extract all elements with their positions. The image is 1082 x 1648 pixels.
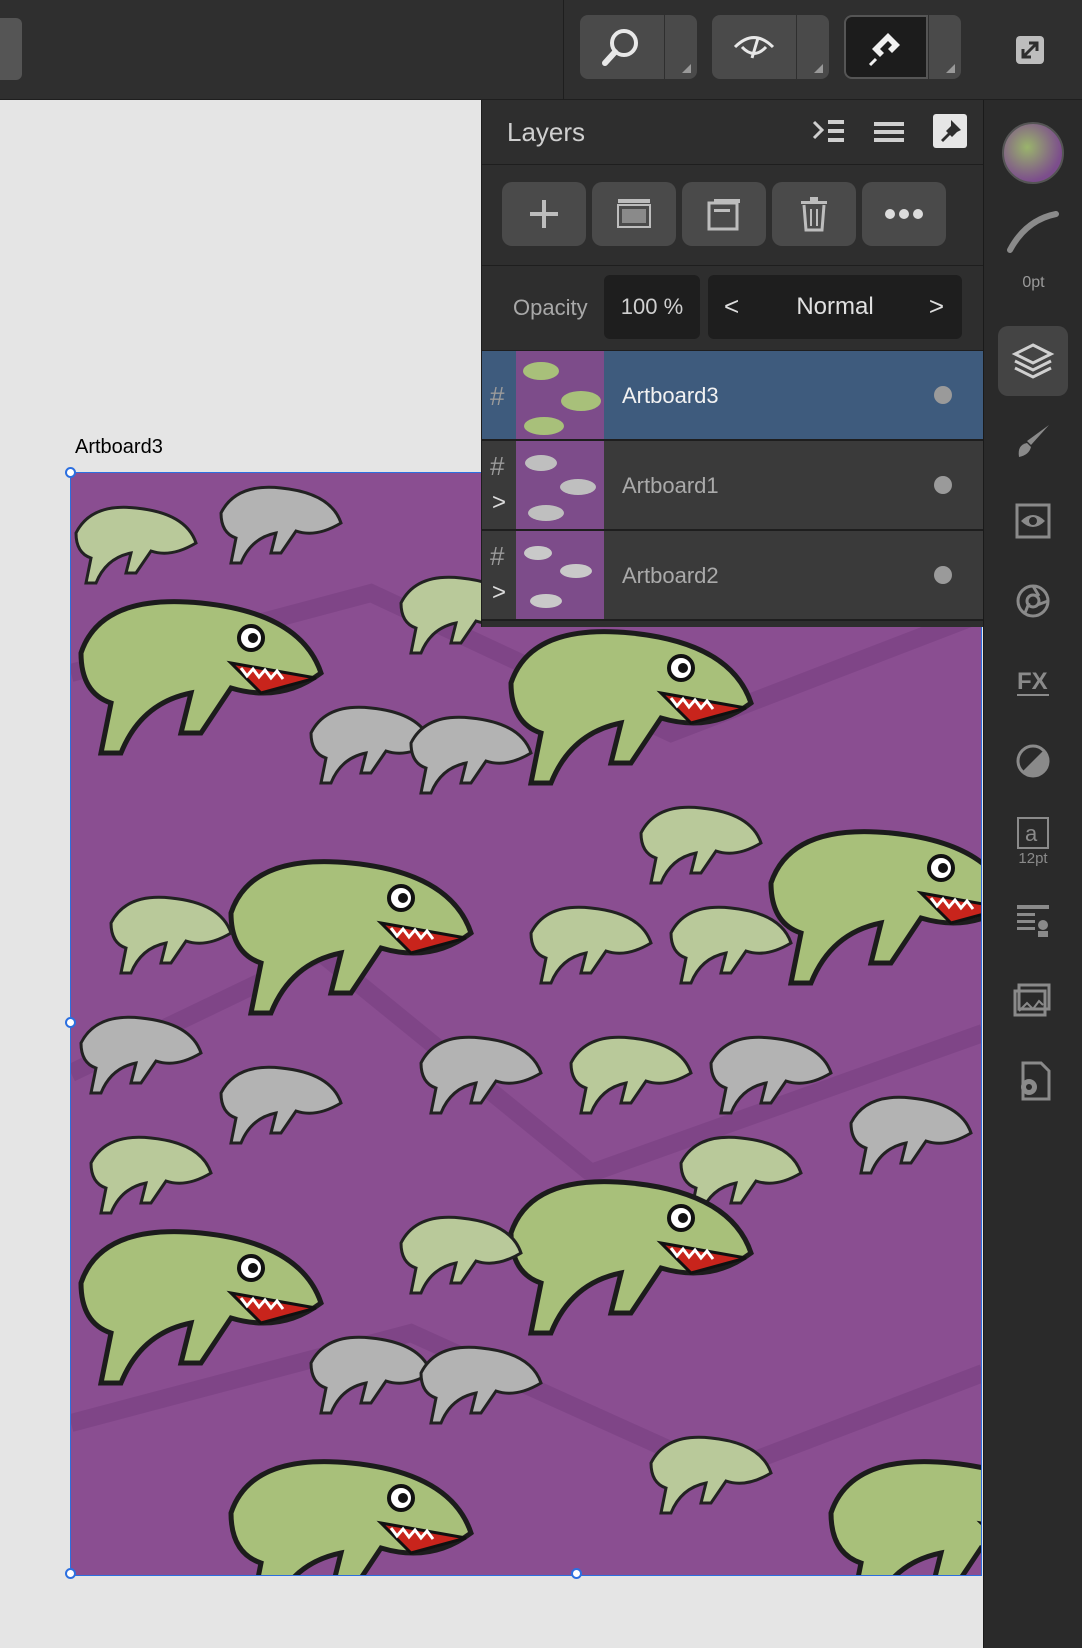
dinosaur-pattern: [71, 473, 981, 1575]
svg-text:a: a: [1025, 821, 1038, 846]
zoom-tool-group: [580, 15, 697, 79]
opacity-field[interactable]: 100 %: [604, 275, 700, 339]
effects-studio-button[interactable]: FX: [998, 646, 1068, 716]
text-icon: a: [1017, 816, 1049, 849]
plus-icon: [530, 200, 558, 228]
opacity-label: Opacity: [513, 295, 588, 320]
top-toolbar: [0, 0, 1082, 100]
snapping-button[interactable]: [844, 15, 928, 79]
layer-row-artboard3[interactable]: # Artboard3: [482, 351, 984, 441]
view-mode-options[interactable]: [797, 15, 829, 79]
layer-visibility-toggle[interactable]: [934, 386, 952, 404]
fx-icon: FX: [1017, 668, 1049, 696]
brush-icon: [1018, 425, 1049, 457]
view-tool-group: [712, 15, 829, 79]
stroke-icon[interactable]: [1006, 210, 1060, 254]
group-layers-button[interactable]: [682, 182, 766, 246]
layer-thumbnail: [516, 531, 604, 619]
selection-handle-middle-left[interactable]: [65, 1017, 76, 1028]
mask-icon: [617, 199, 651, 228]
layers-studio-button[interactable]: [998, 326, 1068, 396]
toolbar-left-stub[interactable]: [0, 18, 22, 80]
layer-row-artboard2[interactable]: # > Artboard2: [482, 531, 984, 621]
svg-text:FX: FX: [1017, 668, 1048, 695]
opacity-row: Opacity 100 % < Normal >: [482, 266, 984, 351]
paragraph-styles-icon: [1017, 905, 1049, 937]
zoom-icon: [602, 29, 638, 66]
blend-mode-value: Normal: [796, 293, 874, 320]
panel-menu-icon[interactable]: [872, 116, 906, 148]
layer-name: Artboard1: [622, 473, 719, 498]
blend-mode-next-button[interactable]: >: [929, 291, 944, 322]
layers-panel-header: Layers: [482, 100, 984, 165]
artboard-layer-icon: #: [490, 451, 505, 481]
collapse-layers-icon[interactable]: [812, 116, 846, 148]
layer-actions: [482, 165, 984, 266]
zoom-tool-button[interactable]: [580, 15, 664, 79]
layer-visibility-toggle[interactable]: [934, 566, 952, 584]
ellipsis-icon: [885, 209, 923, 219]
selection-handle-top-left[interactable]: [65, 467, 76, 478]
layers-panel-title: Layers: [507, 117, 586, 147]
assets-studio-button[interactable]: [998, 966, 1068, 1036]
artboard-layer-icon: #: [490, 541, 505, 571]
layer-thumbnail: [516, 441, 604, 529]
expand-chevron-icon[interactable]: >: [492, 489, 506, 517]
color-swatch[interactable]: [1002, 122, 1064, 184]
layer-row-artboard1[interactable]: # > Artboard1: [482, 441, 984, 531]
layers-icon: [1011, 343, 1055, 379]
magnet-icon: [868, 33, 900, 67]
brushes-studio-button[interactable]: [998, 406, 1068, 476]
font-size-label: 12pt: [1018, 849, 1048, 867]
blend-mode-selector[interactable]: < Normal >: [708, 275, 962, 339]
trash-icon: [801, 197, 827, 232]
artboard-layer-icon: #: [490, 381, 505, 411]
eye-slash-icon: [733, 36, 775, 59]
add-layer-button[interactable]: [502, 182, 586, 246]
assets-icon: [1013, 983, 1051, 1017]
layer-name: Artboard3: [622, 383, 719, 408]
half-circle-icon: [1016, 744, 1050, 778]
zoom-tool-options[interactable]: [665, 15, 697, 79]
right-studio-strip: 0pt FX a 12pt: [983, 100, 1082, 1648]
more-options-button[interactable]: [862, 182, 946, 246]
pin-panel-button[interactable]: [933, 114, 967, 148]
pin-icon: [941, 120, 961, 142]
toolbar-divider: [563, 0, 564, 99]
appearance-studio-button[interactable]: [998, 726, 1068, 796]
document-settings-button[interactable]: [998, 1046, 1068, 1116]
transform-studio-button[interactable]: [998, 566, 1068, 636]
artboard-canvas[interactable]: [70, 472, 982, 1576]
document-gear-icon: [1021, 1061, 1051, 1101]
delete-layer-button[interactable]: [772, 182, 856, 246]
snapping-options[interactable]: [929, 15, 961, 79]
artboard-label: Artboard3: [75, 436, 163, 458]
view-mode-button[interactable]: [712, 15, 796, 79]
group-icon: [707, 199, 740, 231]
layers-panel: Layers Opacity 100 % < Normal > # Artboa…: [481, 100, 984, 627]
selection-handle-bottom-middle[interactable]: [571, 1568, 582, 1579]
navigator-studio-button[interactable]: [998, 486, 1068, 556]
mask-layer-button[interactable]: [592, 182, 676, 246]
text-studio-button[interactable]: a 12pt: [998, 806, 1068, 876]
snap-tool-group: [844, 15, 961, 79]
selection-handle-bottom-left[interactable]: [65, 1568, 76, 1579]
expand-chevron-icon[interactable]: >: [492, 579, 506, 607]
layer-name: Artboard2: [622, 563, 719, 588]
navigator-eye-icon: [1015, 503, 1051, 539]
expand-icon[interactable]: [1015, 35, 1045, 65]
stroke-width-label: 0pt: [1022, 274, 1045, 291]
layer-thumbnail: [516, 351, 604, 439]
layer-visibility-toggle[interactable]: [934, 476, 952, 494]
aperture-icon: [1016, 584, 1050, 618]
text-styles-studio-button[interactable]: [998, 886, 1068, 956]
